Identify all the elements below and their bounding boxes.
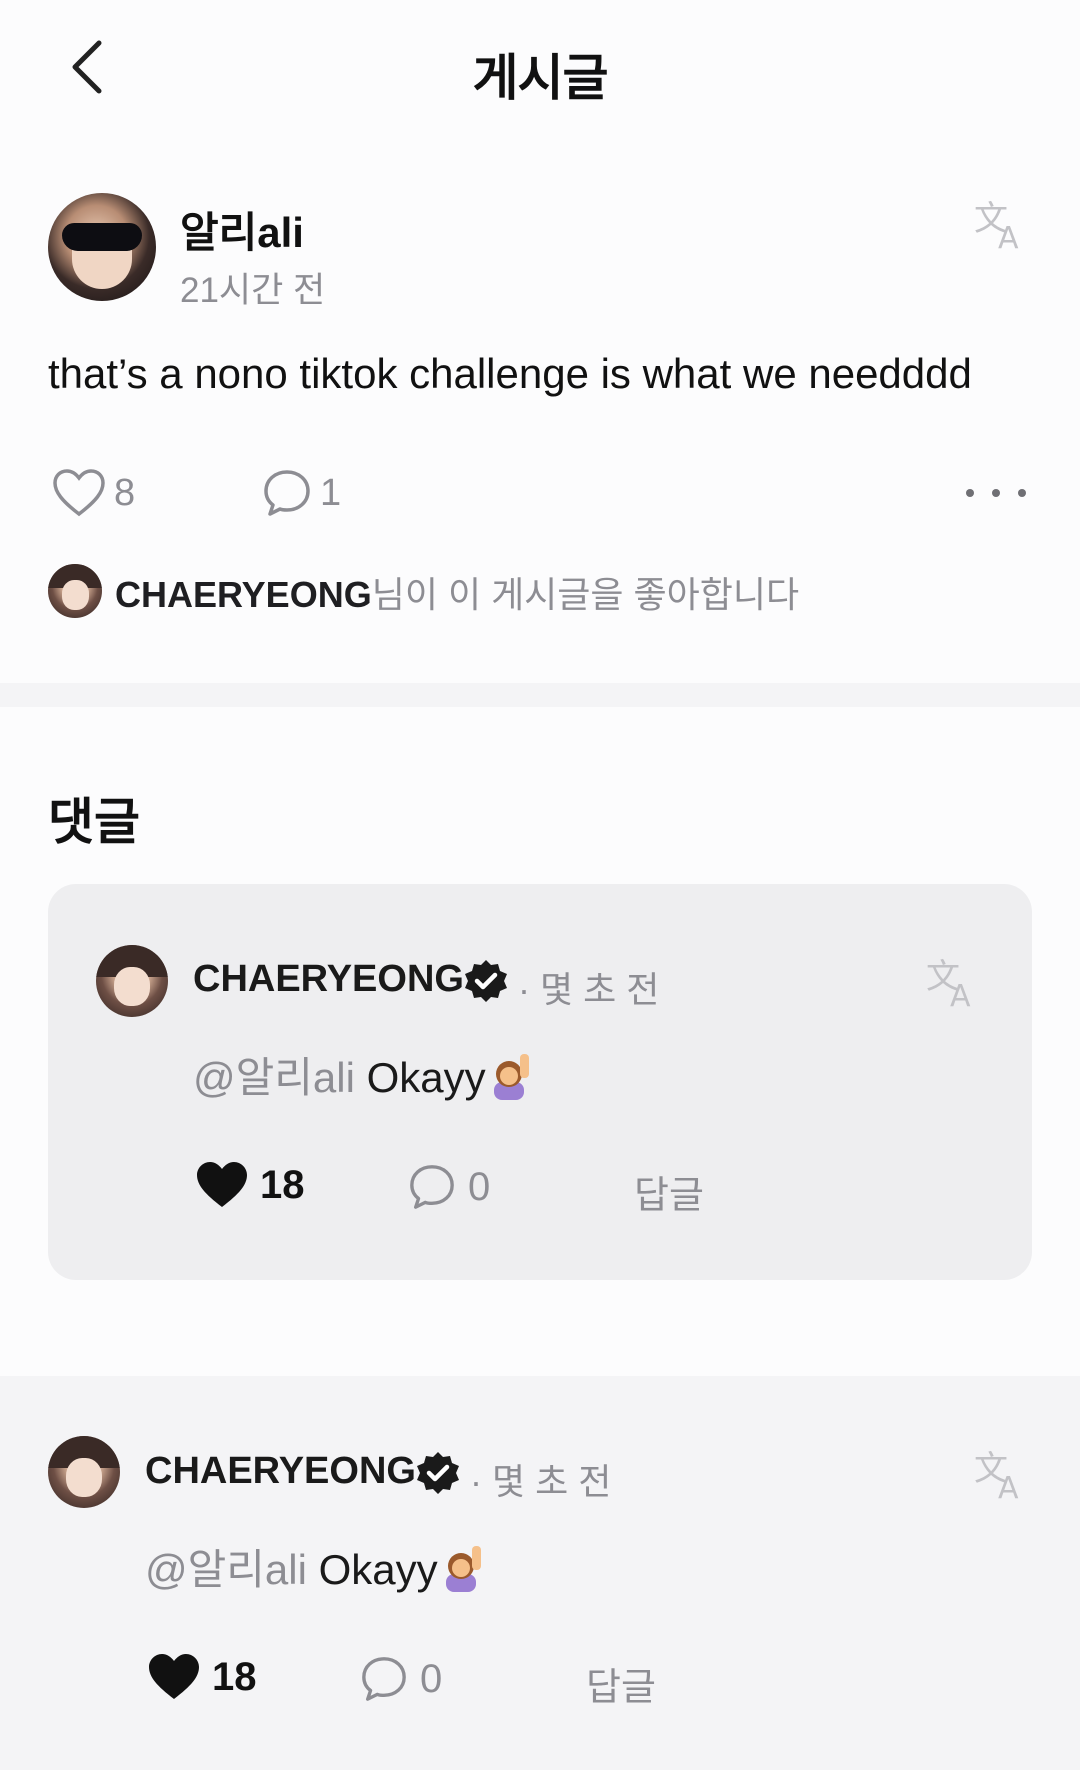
- post-timestamp: 21시간 전: [180, 271, 326, 310]
- comment-button[interactable]: 1: [262, 468, 341, 518]
- more-options-button[interactable]: [966, 478, 1026, 508]
- comment-body: Okayy: [306, 1546, 438, 1593]
- comment-like-button[interactable]: 18: [194, 1160, 305, 1210]
- page-title: 게시글: [472, 50, 609, 106]
- comment-count: 1: [320, 471, 342, 514]
- reply-button[interactable]: 답글: [586, 1656, 656, 1711]
- svg-text:A: A: [998, 1471, 1019, 1502]
- liked-by-text[interactable]: CHAERYEONG님이 이 게시글을 좋아합니다: [115, 566, 799, 618]
- section-divider: [0, 683, 1080, 707]
- comment-mention[interactable]: @알리ali: [145, 1546, 307, 1593]
- comment-timestamp: · 몇 초 전: [518, 969, 660, 1010]
- comment-bubble-icon: [362, 1657, 406, 1701]
- more-dots-icon: [966, 489, 974, 497]
- raising-hand-emoji: [486, 1052, 532, 1100]
- like-button[interactable]: 8: [52, 468, 135, 518]
- verified-badge-icon: [417, 1452, 459, 1494]
- comment-avatar[interactable]: [96, 945, 168, 1017]
- heart-outline-icon: [53, 469, 105, 517]
- comments-section-title: 댓글: [48, 794, 140, 850]
- comment-text: @알리ali Okayy: [193, 1044, 532, 1105]
- liked-by-name: CHAERYEONG: [115, 574, 372, 615]
- comment-bubble-icon: [410, 1165, 454, 1209]
- svg-text:A: A: [998, 221, 1019, 252]
- svg-text:A: A: [950, 979, 971, 1010]
- liker-avatar[interactable]: [48, 564, 102, 618]
- translate-icon[interactable]: 文 A: [926, 956, 980, 1010]
- heart-filled-icon: [197, 1162, 247, 1207]
- verified-badge-icon: [465, 960, 507, 1002]
- comment-bubble-icon: [264, 470, 310, 516]
- comment-reply-count[interactable]: 0: [408, 1163, 490, 1211]
- comment-author[interactable]: CHAERYEONG: [145, 1450, 416, 1493]
- reply-button[interactable]: 답글: [634, 1164, 704, 1219]
- liked-by-suffix: 님이 이 게시글을 좋아합니다: [371, 574, 800, 615]
- author-name[interactable]: 알리ali: [180, 199, 304, 260]
- post-body-text: that’s a nono tiktok challenge is what w…: [48, 350, 972, 397]
- comment-author[interactable]: CHAERYEONG: [193, 958, 464, 1001]
- translate-icon[interactable]: 文 A: [974, 1448, 1028, 1502]
- translate-icon[interactable]: 文 A: [974, 198, 1028, 252]
- raising-hand-emoji: [438, 1544, 484, 1592]
- comment-body: Okayy: [354, 1054, 486, 1101]
- comment-text: @알리ali Okayy: [145, 1536, 484, 1597]
- comment-mention[interactable]: @알리ali: [193, 1054, 355, 1101]
- comment-reply-count[interactable]: 0: [360, 1655, 442, 1703]
- heart-filled-icon: [149, 1654, 199, 1699]
- comment-timestamp: · 몇 초 전: [470, 1461, 612, 1502]
- comment-like-count: 18: [212, 1654, 257, 1699]
- comment-avatar[interactable]: [48, 1436, 120, 1508]
- comment-like-button[interactable]: 18: [146, 1652, 257, 1702]
- comment-like-count: 18: [260, 1162, 305, 1207]
- top-bar: 게시글: [0, 0, 1080, 140]
- author-avatar[interactable]: [48, 193, 156, 301]
- like-count: 8: [114, 471, 136, 514]
